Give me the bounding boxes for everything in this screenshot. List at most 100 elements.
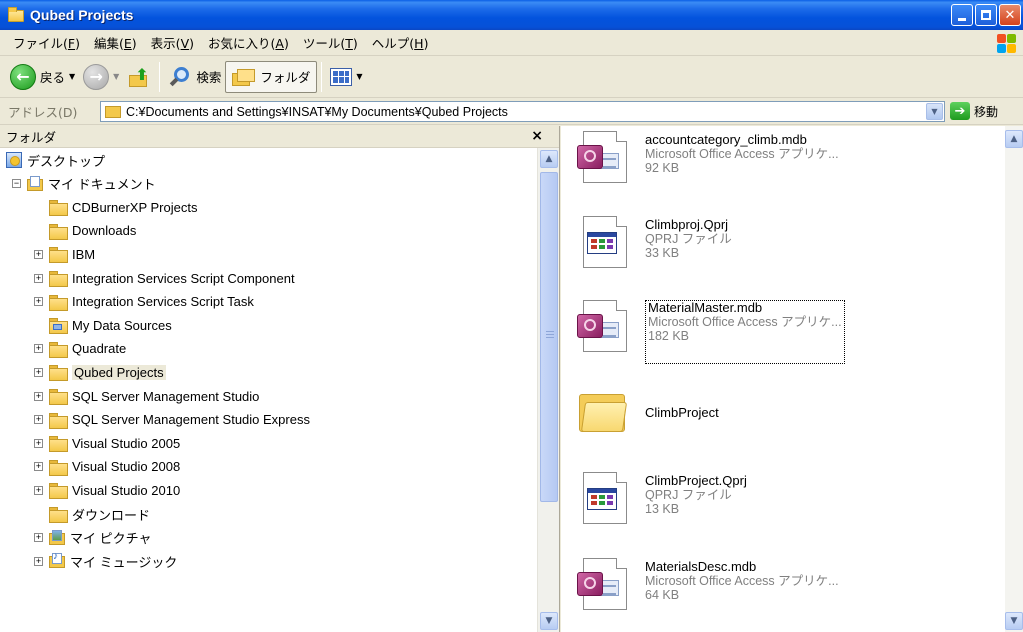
folder-icon [49, 341, 68, 358]
tree-item[interactable]: − マイ ドキュメント [12, 174, 156, 194]
expand-icon[interactable]: + [34, 556, 43, 566]
file-item[interactable]: ClimbProject.Qprj QPRJ ファイル 13 KB [577, 471, 747, 536]
file-item[interactable]: MaterialsDesc.mdb Microsoft Office Access… [577, 557, 839, 622]
tree-item[interactable]: + マイ ピクチャ [34, 528, 151, 548]
tree-item-label: Visual Studio 2005 [72, 435, 181, 451]
file-type: QPRJ ファイル [645, 232, 732, 247]
tree-item[interactable]: + マイ ミュージック [34, 551, 177, 571]
tree-item[interactable]: My Data Sources [49, 315, 172, 335]
toolbar: ← 戻る ▼ → ▼ ⬆ 検索 フォルダ ▼ [0, 56, 1023, 98]
file-name: ClimbProject [645, 404, 719, 420]
my-documents-icon [27, 175, 43, 192]
folder-icon [8, 7, 24, 22]
folder-icon [49, 436, 68, 453]
tree-item[interactable]: + Visual Studio 2008 [34, 457, 180, 477]
tree-item[interactable]: + Integration Services Script Component [34, 268, 295, 288]
back-button[interactable]: ← 戻る ▼ [6, 60, 79, 94]
close-button[interactable]: ✕ [999, 4, 1021, 26]
file-size: 182 KB [648, 329, 690, 343]
menu-view[interactable]: 表示(V) [144, 33, 201, 52]
forward-button[interactable]: → ▼ [79, 60, 123, 94]
tree-item[interactable]: デスクトップ [6, 150, 105, 170]
chevron-down-icon[interactable]: ▼ [926, 103, 943, 120]
file-item[interactable]: accountcategory_climb.mdb Microsoft Offic… [577, 130, 839, 195]
search-button[interactable]: 検索 [164, 60, 225, 94]
views-button[interactable]: ▼ [326, 60, 366, 94]
maximize-button[interactable] [975, 4, 997, 26]
expand-icon[interactable]: + [34, 367, 43, 377]
folder-icon [105, 105, 121, 118]
access-db-icon [577, 300, 631, 354]
collapse-icon[interactable]: − [12, 179, 21, 189]
close-icon: ✕ [1004, 7, 1016, 23]
expand-icon[interactable]: + [34, 249, 43, 259]
access-db-icon [577, 130, 631, 185]
tree-item[interactable]: + Integration Services Script Task [34, 292, 254, 312]
expand-icon[interactable]: + [34, 462, 43, 472]
file-item[interactable]: Climbproj.Qprj QPRJ ファイル 33 KB [577, 216, 732, 280]
up-button[interactable]: ⬆ [123, 60, 155, 94]
menu-file[interactable]: ファイル(F) [6, 33, 87, 52]
address-label: アドレス(D) [8, 105, 78, 120]
tree-item[interactable]: + Quadrate [34, 339, 126, 359]
scroll-down-icon[interactable]: ▼ [1005, 612, 1023, 630]
expand-icon[interactable]: + [34, 438, 43, 448]
tree-item[interactable]: + Visual Studio 2010 [34, 480, 180, 500]
scroll-down-icon[interactable]: ▼ [540, 612, 558, 630]
tree-item[interactable]: + Qubed Projects [34, 362, 166, 382]
tree-item[interactable]: ダウンロード [49, 504, 150, 524]
expand-icon[interactable]: + [34, 273, 43, 283]
views-icon [330, 67, 353, 86]
close-icon[interactable]: × [531, 128, 543, 144]
scroll-up-icon[interactable]: ▲ [1005, 130, 1023, 148]
file-item[interactable]: ClimbProject [577, 386, 719, 450]
file-size: 13 KB [645, 501, 680, 516]
folders-icon [232, 67, 256, 87]
tree-item[interactable]: + IBM [34, 244, 95, 264]
tree-item-label: Quadrate [72, 341, 127, 357]
tree-item[interactable]: + Visual Studio 2005 [34, 433, 180, 453]
go-button[interactable]: ➔ 移動 [950, 102, 998, 120]
scroll-up-icon[interactable]: ▲ [540, 150, 558, 168]
folder-icon [49, 200, 68, 217]
file-details: MaterialsDesc.mdb Microsoft Office Access… [645, 558, 839, 622]
file-details: MaterialMaster.mdb Microsoft Office Acces… [645, 300, 845, 364]
chevron-down-icon[interactable]: ▼ [69, 72, 75, 81]
qprj-file-icon [577, 216, 631, 270]
file-type: Microsoft Office Access アプリケ... [648, 315, 842, 329]
file-details: accountcategory_climb.mdb Microsoft Offic… [645, 131, 839, 195]
expand-icon[interactable]: + [34, 415, 43, 425]
menu-tools[interactable]: ツール(T) [296, 33, 365, 52]
expand-icon[interactable]: + [34, 485, 43, 495]
tree-item[interactable]: + SQL Server Management Studio [34, 386, 259, 406]
expand-icon[interactable]: + [34, 297, 43, 307]
folder-icon [49, 271, 68, 287]
menu-help[interactable]: ヘルプ(H) [365, 33, 436, 52]
tree-item[interactable]: CDBurnerXP Projects [49, 197, 197, 217]
expand-icon[interactable]: + [34, 344, 43, 354]
address-bar: アドレス(D) C:¥Documents and Settings¥INSAT¥… [0, 99, 1023, 125]
expand-icon[interactable]: + [34, 533, 43, 543]
menu-favorites[interactable]: お気に入り(A) [201, 33, 296, 52]
tree-item-label: SQL Server Management Studio Express [72, 412, 310, 428]
file-name: MaterialMaster.mdb [648, 300, 763, 315]
scrollbar-thumb[interactable] [540, 172, 558, 502]
title-bar[interactable]: Qubed Projects ✕ [0, 0, 1023, 30]
file-details: ClimbProject.Qprj QPRJ ファイル 13 KB [645, 472, 747, 536]
tree-item[interactable]: + SQL Server Management Studio Express [34, 410, 310, 430]
file-item[interactable]: MaterialMaster.mdb Microsoft Office Acces… [577, 300, 845, 364]
window-title: Qubed Projects [30, 7, 134, 23]
menu-edit[interactable]: 編集(E) [87, 33, 144, 52]
folders-button[interactable]: フォルダ [225, 60, 318, 93]
tree-scrollbar[interactable]: ▲ ▼ [537, 148, 559, 632]
minimize-button[interactable] [951, 4, 973, 26]
expand-icon[interactable]: + [34, 391, 43, 401]
tree-item-label: Integration Services Script Task [72, 294, 254, 310]
file-pane-scrollbar[interactable]: ▲ ▼ [1005, 126, 1023, 632]
tree-item[interactable]: Downloads [49, 221, 136, 241]
chevron-down-icon[interactable]: ▼ [113, 72, 119, 81]
address-input[interactable]: C:¥Documents and Settings¥INSAT¥My Docum… [100, 101, 945, 122]
file-pane: accountcategory_climb.mdb Microsoft Offic… [561, 126, 1023, 632]
tree-item-label: Visual Studio 2010 [72, 482, 181, 498]
qprj-file-icon [577, 471, 631, 526]
